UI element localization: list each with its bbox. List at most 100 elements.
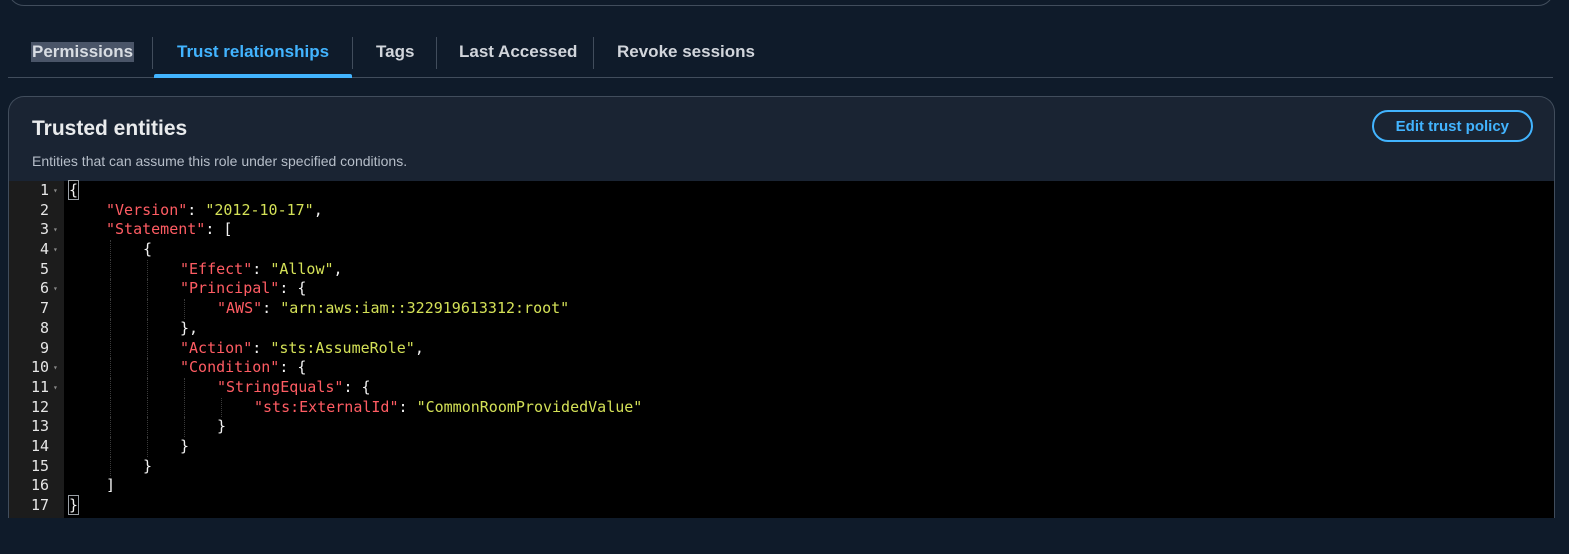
line-number: 1 xyxy=(39,181,49,199)
line-number: 9 xyxy=(39,338,49,357)
code-line: 11 ▾ "StringEquals": { xyxy=(9,377,1554,398)
code-text: "Statement": [ xyxy=(106,220,232,240)
code-line: 8}, xyxy=(9,318,1554,339)
code-token: } xyxy=(217,417,227,436)
line-number: 8 xyxy=(39,318,49,337)
previous-section-container xyxy=(8,0,1554,6)
code-token: , xyxy=(313,200,323,219)
code-token: } xyxy=(180,436,190,455)
fold-arrow-icon[interactable]: ▾ xyxy=(53,378,58,398)
indent-guide xyxy=(110,397,112,418)
iam-role-page: Permissions Trust relationships Tags Las… xyxy=(0,0,1569,554)
code-line: 12 "sts:ExternalId": "CommonRoomProvidedV… xyxy=(9,397,1554,418)
code-line: 16] xyxy=(9,476,1554,496)
tab-divider xyxy=(593,37,594,69)
code-token: , xyxy=(414,338,424,357)
code-token: : xyxy=(252,338,271,357)
code-token: : xyxy=(398,397,417,416)
line-number: 3 xyxy=(39,220,49,239)
indent-guide xyxy=(147,338,149,359)
code-line: 7 "AWS": "arn:aws:iam::322919613312:root" xyxy=(9,299,1554,319)
line-number: 12 xyxy=(30,397,49,416)
line-number: 16 xyxy=(30,476,49,495)
code-token: "Allow" xyxy=(270,259,334,278)
tab-trust-relationships[interactable]: Trust relationships xyxy=(154,33,353,78)
code-line: 5 "Effect": "Allow", xyxy=(9,259,1554,280)
code-text: "Action": "sts:AssumeRole", xyxy=(180,339,424,359)
code-token: "AWS" xyxy=(217,299,263,318)
tab-tags[interactable]: Tags xyxy=(375,33,415,77)
indent-guide xyxy=(184,377,186,398)
code-text: "Version": "2012-10-17", xyxy=(106,201,323,221)
trust-policy-code-viewer[interactable]: 1 ▾{2 "Version": "2012-10-17", 3 ▾ "Statement… xyxy=(9,180,1554,518)
active-tab-indicator xyxy=(154,74,353,78)
code-token: "StringEquals" xyxy=(217,377,344,396)
code-text: ] xyxy=(106,476,115,496)
code-text: } xyxy=(143,457,152,477)
fold-arrow-icon[interactable]: ▾ xyxy=(53,279,58,299)
role-tabs: Permissions Trust relationships Tags Las… xyxy=(8,33,1553,78)
line-number: 10 xyxy=(30,358,49,377)
indent-guide xyxy=(184,397,186,418)
indent-guide xyxy=(110,456,112,477)
code-token: : xyxy=(187,200,206,219)
code-text: } xyxy=(67,495,80,516)
indent-guide xyxy=(147,259,149,280)
line-number: 17 xyxy=(30,496,49,514)
indent-guide xyxy=(221,397,223,418)
code-text: "Condition": { xyxy=(180,358,306,378)
tab-last-accessed[interactable]: Last Accessed xyxy=(458,33,578,77)
code-token: }, xyxy=(180,318,199,337)
indent-guide xyxy=(110,240,112,260)
fold-arrow-icon[interactable]: ▾ xyxy=(53,220,58,240)
code-token: "sts:AssumeRole" xyxy=(270,338,415,357)
code-token: "CommonRoomProvidedValue" xyxy=(416,397,643,416)
code-token: "Condition" xyxy=(180,358,280,377)
indent-guide xyxy=(147,417,149,437)
code-text: } xyxy=(180,437,189,457)
code-token: : { xyxy=(279,358,307,377)
code-token: : [ xyxy=(205,220,233,239)
indent-guide xyxy=(110,358,112,378)
panel-description: Entities that can assume this role under… xyxy=(32,153,408,169)
code-line: 1 ▾ { xyxy=(9,180,1554,201)
tab-revoke-sessions[interactable]: Revoke sessions xyxy=(616,33,756,77)
line-number: 7 xyxy=(39,299,49,318)
indent-guide xyxy=(110,417,112,437)
code-line: 6 ▾ "Principal": { xyxy=(9,279,1554,300)
code-line: 3 ▾ "Statement": [ xyxy=(9,220,1554,240)
code-token: "Action" xyxy=(180,338,253,357)
indent-guide xyxy=(184,417,186,437)
code-token: "Principal" xyxy=(180,279,280,298)
line-number: 15 xyxy=(30,456,49,475)
indent-guide xyxy=(147,299,149,319)
code-token: : xyxy=(252,259,271,278)
code-token: "Effect" xyxy=(180,259,253,278)
tab-divider xyxy=(436,37,437,69)
fold-arrow-icon[interactable]: ▾ xyxy=(53,240,58,260)
indent-guide xyxy=(147,279,149,300)
line-number: 14 xyxy=(30,436,49,455)
indent-guide xyxy=(147,397,149,418)
tab-trust-relationships-label: Trust relationships xyxy=(177,42,330,61)
fold-arrow-icon[interactable]: ▾ xyxy=(53,181,58,201)
code-text: "StringEquals": { xyxy=(217,378,371,398)
trusted-entities-panel: Trusted entities Entities that can assum… xyxy=(8,96,1555,518)
tab-permissions[interactable]: Permissions xyxy=(31,33,135,77)
indent-guide xyxy=(110,436,112,457)
indent-guide xyxy=(110,377,112,398)
indent-guide xyxy=(147,358,149,378)
code-line: 17} xyxy=(9,495,1554,516)
indent-guide xyxy=(147,318,149,339)
code-line: 13} xyxy=(9,417,1554,437)
indent-guide xyxy=(147,377,149,398)
code-line: 2 "Version": "2012-10-17", xyxy=(9,201,1554,221)
tab-permissions-label: Permissions xyxy=(31,42,135,62)
indent-guide xyxy=(110,318,112,339)
code-text: } xyxy=(217,417,226,437)
edit-trust-policy-button[interactable]: Edit trust policy xyxy=(1371,110,1533,142)
code-token: "arn:aws:iam::322919613312:root" xyxy=(280,299,570,318)
code-token: { xyxy=(143,240,153,259)
code-token: "Version" xyxy=(106,200,188,219)
fold-arrow-icon[interactable]: ▾ xyxy=(53,358,58,378)
